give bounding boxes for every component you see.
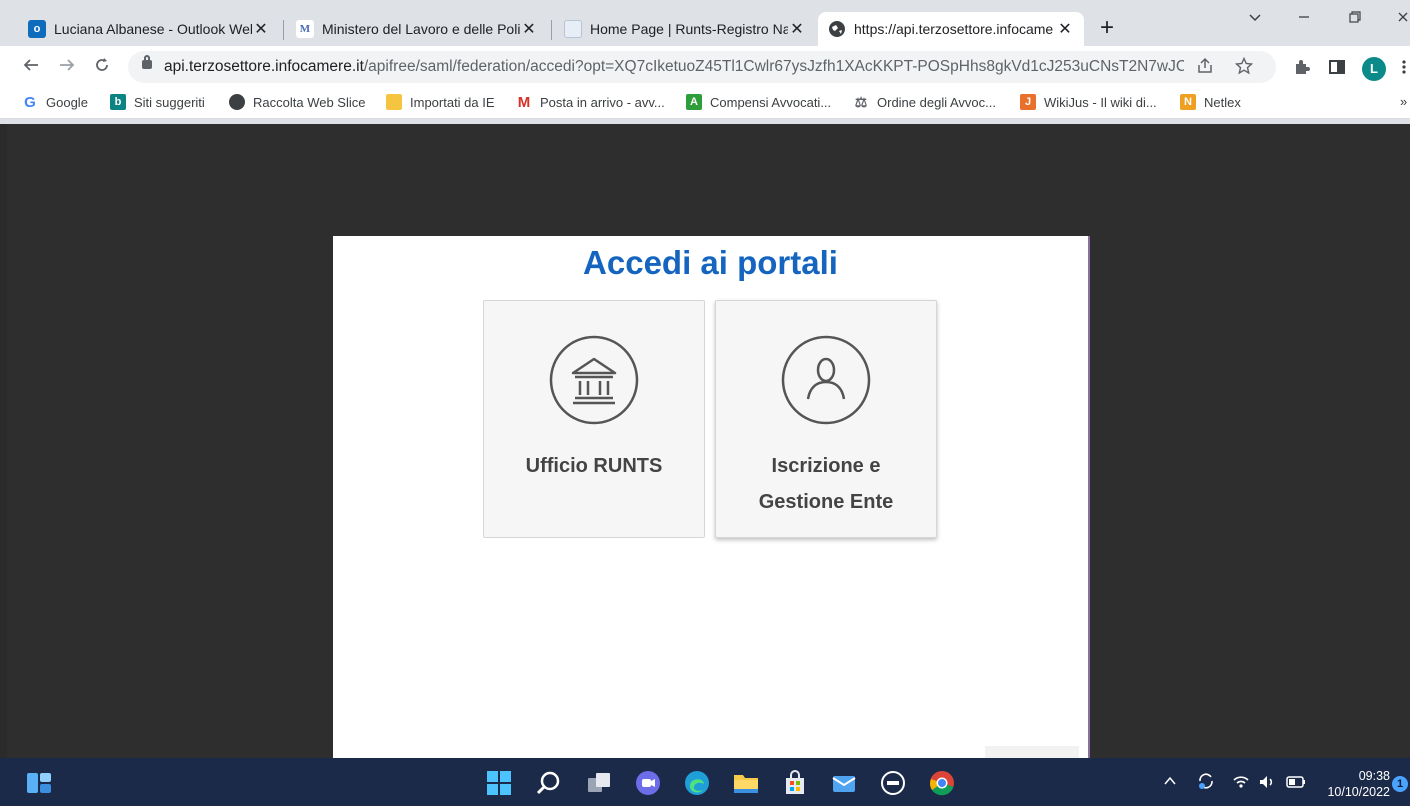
edge-icon[interactable] bbox=[684, 770, 710, 796]
profile-avatar[interactable]: L bbox=[1362, 57, 1386, 81]
file-explorer-icon[interactable] bbox=[733, 770, 759, 796]
bookmark-wikijus[interactable]: J WikiJus - Il wiki di... bbox=[1020, 94, 1157, 110]
card-label: Ufficio RUNTS bbox=[525, 455, 663, 477]
close-icon[interactable]: ✕ bbox=[520, 19, 538, 39]
address-bar[interactable]: api.terzosettore.infocamere.it/apifree/s… bbox=[128, 51, 1276, 83]
bookmark-label: Google bbox=[46, 94, 88, 110]
chevron-up-icon[interactable] bbox=[1163, 774, 1177, 791]
google-icon: G bbox=[24, 93, 36, 111]
outlook-icon: o bbox=[28, 20, 46, 38]
bookmark-label: WikiJus - Il wiki di... bbox=[1044, 94, 1157, 110]
ministero-icon: M bbox=[296, 20, 314, 38]
tab-separator bbox=[551, 20, 552, 40]
document-icon bbox=[564, 20, 582, 38]
card-iscrizione-gestione-ente[interactable]: Iscrizione e Gestione Ente bbox=[715, 300, 937, 538]
clock-date: 10/10/2022 bbox=[1327, 785, 1390, 799]
globe-icon bbox=[229, 94, 245, 110]
widgets-icon[interactable] bbox=[26, 770, 52, 796]
card-ufficio-runts[interactable]: Ufficio RUNTS bbox=[483, 300, 705, 538]
bookmark-netlex[interactable]: N Netlex bbox=[1180, 94, 1241, 110]
store-icon[interactable] bbox=[782, 770, 808, 796]
tab-runts-home[interactable]: Home Page | Runts-Registro Naz ✕ bbox=[554, 12, 816, 46]
wikijus-icon: J bbox=[1020, 94, 1036, 110]
page-title: Accedi ai portali bbox=[583, 244, 838, 281]
new-tab-button[interactable]: + bbox=[1096, 14, 1118, 42]
start-icon[interactable] bbox=[486, 770, 512, 796]
bing-icon: b bbox=[110, 94, 126, 110]
side-panel-icon[interactable] bbox=[1328, 58, 1346, 81]
mail-icon[interactable] bbox=[831, 770, 857, 796]
institution-icon bbox=[549, 335, 639, 425]
tab-title: https://api.terzosettore.infocame bbox=[854, 21, 1054, 37]
tab-ministero[interactable]: M Ministero del Lavoro e delle Polit ✕ bbox=[286, 12, 548, 46]
tab-title: Home Page | Runts-Registro Naz bbox=[590, 21, 788, 37]
chrome-icon[interactable] bbox=[929, 770, 955, 796]
system-clock[interactable]: 09:38 10/10/2022 bbox=[1318, 768, 1390, 800]
card-label: Iscrizione e bbox=[771, 455, 881, 477]
bookmark-siti-suggeriti[interactable]: b Siti suggeriti bbox=[110, 94, 205, 110]
more-bookmarks-icon[interactable]: » bbox=[1400, 94, 1407, 109]
notification-badge[interactable]: 1 bbox=[1392, 776, 1408, 792]
folder-icon bbox=[386, 94, 402, 110]
forward-icon[interactable] bbox=[58, 56, 76, 78]
sync-icon[interactable] bbox=[1196, 771, 1216, 794]
bookmark-label: Compensi Avvocati... bbox=[710, 94, 832, 110]
dell-icon[interactable] bbox=[880, 770, 906, 796]
card-label: Gestione Ente bbox=[758, 491, 894, 513]
bookmark-label: Netlex bbox=[1204, 94, 1241, 110]
menu-kebab-icon[interactable] bbox=[1400, 58, 1408, 81]
bookmarks-bar: G Google b Siti suggeriti Raccolta Web S… bbox=[0, 88, 1410, 119]
portal-dialog: Accedi ai portali Ufficio RUNTS Iscrizio… bbox=[333, 236, 1088, 758]
compensi-icon: A bbox=[686, 94, 702, 110]
back-icon[interactable] bbox=[22, 56, 40, 78]
tab-title: Luciana Albanese - Outlook Web bbox=[54, 21, 252, 37]
tab-api-terzosettore[interactable]: https://api.terzosettore.infocame ✕ bbox=[818, 12, 1084, 46]
url-text[interactable]: api.terzosettore.infocamere.it/apifree/s… bbox=[164, 58, 1184, 76]
task-view-icon[interactable] bbox=[586, 770, 612, 796]
share-icon[interactable] bbox=[1196, 57, 1214, 80]
close-icon[interactable]: ✕ bbox=[1056, 19, 1074, 39]
netlex-icon: N bbox=[1180, 94, 1196, 110]
star-icon[interactable] bbox=[1234, 56, 1254, 80]
bookmark-label: Raccolta Web Slice bbox=[253, 94, 366, 110]
clock-time: 09:38 bbox=[1358, 769, 1390, 783]
extensions-icon[interactable] bbox=[1293, 58, 1311, 81]
lock-icon[interactable] bbox=[142, 55, 152, 69]
wifi-icon[interactable] bbox=[1232, 774, 1250, 793]
bookmark-importati-da-ie[interactable]: Importati da IE bbox=[386, 94, 495, 110]
tab-title: Ministero del Lavoro e delle Polit bbox=[322, 21, 520, 37]
bookmark-label: Posta in arrivo - avv... bbox=[540, 94, 665, 110]
chat-icon[interactable] bbox=[635, 770, 661, 796]
globe-icon bbox=[828, 20, 846, 38]
restore-icon[interactable] bbox=[1348, 10, 1362, 29]
url-host: api.terzosettore.infocamere.it bbox=[164, 58, 364, 75]
close-icon[interactable]: ✕ bbox=[788, 19, 806, 39]
scales-icon: ⚖ bbox=[854, 93, 868, 110]
bookmark-ordine-avvocati[interactable]: ⚖ Ordine degli Avvoc... bbox=[853, 94, 996, 110]
tab-outlook[interactable]: o Luciana Albanese - Outlook Web ✕ bbox=[18, 12, 280, 46]
bookmark-label: Siti suggeriti bbox=[134, 94, 205, 110]
reload-icon[interactable] bbox=[93, 56, 111, 78]
search-icon[interactable] bbox=[536, 770, 562, 796]
url-path: /apifree/saml/federation/accedi?opt=XQ7c… bbox=[363, 58, 1184, 75]
close-icon[interactable]: ✕ bbox=[252, 19, 270, 39]
browser-toolbar: api.terzosettore.infocamere.it/apifree/s… bbox=[0, 46, 1410, 88]
bookmark-google[interactable]: G Google bbox=[22, 93, 88, 111]
bookmark-compensi-avvocati[interactable]: A Compensi Avvocati... bbox=[686, 94, 831, 110]
bookmark-label: Importati da IE bbox=[410, 94, 495, 110]
tab-separator bbox=[283, 20, 284, 40]
tab-strip: o Luciana Albanese - Outlook Web ✕ M Min… bbox=[0, 0, 1410, 46]
bookmark-raccolta-web-slice[interactable]: Raccolta Web Slice bbox=[229, 94, 365, 110]
battery-icon[interactable] bbox=[1286, 774, 1306, 793]
panel-footer-block bbox=[985, 746, 1079, 758]
bookmark-label: Ordine degli Avvoc... bbox=[877, 94, 996, 110]
window-close-icon[interactable] bbox=[1396, 10, 1410, 29]
gmail-icon: M bbox=[517, 93, 531, 111]
user-icon bbox=[781, 335, 871, 425]
bookmark-posta-in-arrivo[interactable]: M Posta in arrivo - avv... bbox=[516, 93, 665, 111]
tab-search-icon[interactable] bbox=[1248, 10, 1262, 29]
windows-taskbar: 09:38 10/10/2022 1 bbox=[0, 758, 1410, 806]
minimize-icon[interactable] bbox=[1297, 10, 1311, 29]
volume-icon[interactable] bbox=[1258, 774, 1276, 793]
